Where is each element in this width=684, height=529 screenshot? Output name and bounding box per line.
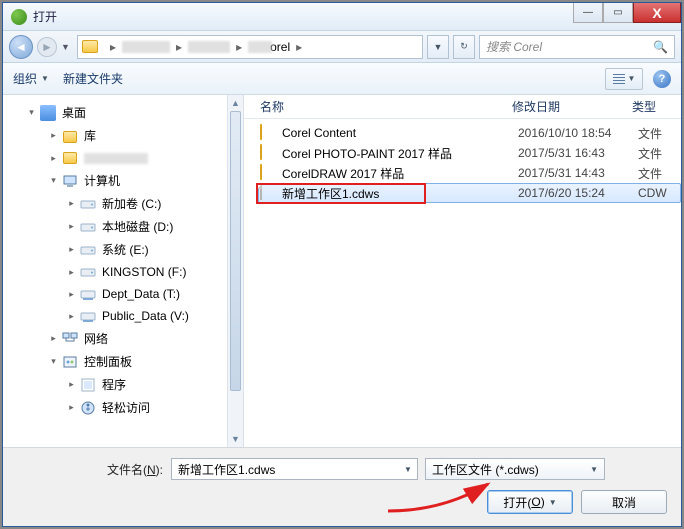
tree-cpanel[interactable]: ▾ 控制面板 [3, 350, 243, 373]
filename-input[interactable]: 新增工作区1.cdws [171, 458, 418, 480]
organize-menu[interactable]: 组织 [13, 70, 37, 87]
scroll-down-icon[interactable]: ▼ [228, 431, 243, 447]
folder-icon [82, 40, 98, 53]
control-panel-icon [62, 354, 78, 370]
programs-icon [80, 377, 96, 393]
chevron-down-icon: ▼ [628, 74, 636, 83]
list-item[interactable]: Corel Content 2016/10/10 18:54 文件 [260, 123, 681, 143]
open-button[interactable]: 打开(O) ▼ [487, 490, 573, 514]
tree-drive-v[interactable]: ▸ Public_Data (V:) [3, 305, 243, 327]
minimize-button[interactable]: — [573, 3, 603, 23]
library-icon [63, 131, 77, 143]
search-input[interactable]: 搜索 Corel 🔍 [479, 35, 675, 59]
list-rows: Corel Content 2016/10/10 18:54 文件 Corel … [244, 119, 681, 203]
search-icon: 🔍 [653, 40, 668, 54]
address-dropdown[interactable]: ▼ [427, 35, 449, 59]
bottom-panel: 文件名(N): 新增工作区1.cdws ▼ 工作区文件 (*.cdws) ▼ 打… [3, 447, 681, 526]
chevron-down-icon: ▼ [590, 465, 598, 474]
tree-network[interactable]: ▸ 网络 [3, 327, 243, 350]
tree-drive-e[interactable]: ▸ 系统 (E:) [3, 238, 243, 261]
tree-programs[interactable]: ▸ 程序 [3, 373, 243, 396]
crumb-blurred [122, 41, 170, 53]
file-list[interactable]: 名称 修改日期 类型 Corel Content 2016/10/10 18:5… [244, 95, 681, 447]
tree-drive-t[interactable]: ▸ Dept_Data (T:) [3, 283, 243, 305]
user-folder-icon [63, 152, 77, 164]
list-item[interactable]: CorelDRAW 2017 样品 2017/5/31 14:43 文件 [260, 163, 681, 183]
tree-library[interactable]: ▸ 库 [3, 124, 243, 147]
folder-icon [260, 144, 262, 160]
breadcrumb-bar[interactable]: ▸ ▸ ▸ orel ▸ [77, 35, 423, 59]
titlebar[interactable]: 打开 — ▭ X [3, 3, 681, 31]
col-name[interactable]: 名称 [260, 98, 512, 115]
tree-computer[interactable]: ▾ 计算机 [3, 169, 243, 192]
tree-drive-d[interactable]: ▸ 本地磁盘 (D:) [3, 215, 243, 238]
list-header[interactable]: 名称 修改日期 类型 [244, 95, 681, 119]
maximize-button[interactable]: ▭ [603, 3, 633, 23]
desktop-icon [40, 105, 56, 121]
drive-icon [80, 242, 96, 258]
folder-icon [260, 124, 262, 140]
filename-dropdown[interactable]: ▼ [399, 458, 417, 480]
toolbar: 组织 ▼ 新建文件夹 ▼ ? [3, 63, 681, 95]
drive-icon [80, 219, 96, 235]
tree-drive-f[interactable]: ▸ KINGSTON (F:) [3, 261, 243, 283]
back-button[interactable]: ◄ [9, 35, 33, 59]
help-button[interactable]: ? [653, 70, 671, 88]
search-placeholder: 搜索 Corel [486, 38, 542, 55]
list-item[interactable]: Corel PHOTO-PAINT 2017 样品 2017/5/31 16:4… [260, 143, 681, 163]
tree-drive-c[interactable]: ▸ 新加卷 (C:) [3, 192, 243, 215]
tree-desktop[interactable]: ▾ 桌面 [3, 101, 243, 124]
window-title: 打开 [33, 8, 57, 25]
tree-scrollbar[interactable]: ▲ ▼ [227, 95, 243, 447]
computer-icon [62, 173, 78, 189]
navigation-tree[interactable]: ▾ 桌面 ▸ 库 ▸ ▾ 计算机 [3, 95, 244, 447]
nav-history-dropdown[interactable]: ▼ [61, 42, 73, 52]
ease-icon [80, 400, 96, 416]
crumb-blurred [248, 41, 272, 53]
list-icon [613, 74, 625, 84]
scroll-up-icon[interactable]: ▲ [228, 95, 243, 111]
body-area: ▾ 桌面 ▸ 库 ▸ ▾ 计算机 [3, 95, 681, 447]
forward-button[interactable]: ► [37, 37, 57, 57]
refresh-button[interactable]: ↻ [453, 35, 475, 59]
scroll-thumb[interactable] [230, 111, 241, 391]
tree-userfolder[interactable]: ▸ [3, 147, 243, 169]
filename-label: 文件名(N): [107, 461, 163, 478]
window-controls: — ▭ X [573, 3, 681, 23]
netdrive-icon [80, 286, 96, 302]
new-folder-button[interactable]: 新建文件夹 [63, 70, 123, 87]
crumb-last: orel [270, 40, 290, 54]
split-dropdown-icon[interactable]: ▼ [549, 498, 557, 507]
tree-ease[interactable]: ▸ 轻松访问 [3, 396, 243, 419]
folder-icon [260, 164, 262, 180]
app-icon [11, 9, 27, 25]
list-item-selected[interactable]: 新增工作区1.cdws 2017/6/20 15:24 CDW [258, 183, 681, 203]
drive-icon [80, 264, 96, 280]
open-dialog: 打开 — ▭ X ◄ ► ▼ ▸ ▸ ▸ orel ▸ ▼ ↻ 搜索 Corel… [2, 2, 682, 527]
col-type[interactable]: 类型 [632, 98, 681, 115]
cancel-button[interactable]: 取消 [581, 490, 667, 514]
col-date[interactable]: 修改日期 [512, 98, 632, 115]
close-button[interactable]: X [633, 3, 681, 23]
crumb-blurred [188, 41, 230, 53]
file-icon [260, 184, 262, 200]
blurred-user [84, 153, 148, 164]
drive-icon [80, 196, 96, 212]
netdrive-icon [80, 308, 96, 324]
address-bar: ◄ ► ▼ ▸ ▸ ▸ orel ▸ ▼ ↻ 搜索 Corel 🔍 [3, 31, 681, 63]
filetype-filter[interactable]: 工作区文件 (*.cdws) ▼ [425, 458, 605, 480]
organize-dropdown-icon[interactable]: ▼ [41, 74, 49, 83]
view-options-button[interactable]: ▼ [605, 68, 643, 90]
network-icon [62, 331, 78, 347]
